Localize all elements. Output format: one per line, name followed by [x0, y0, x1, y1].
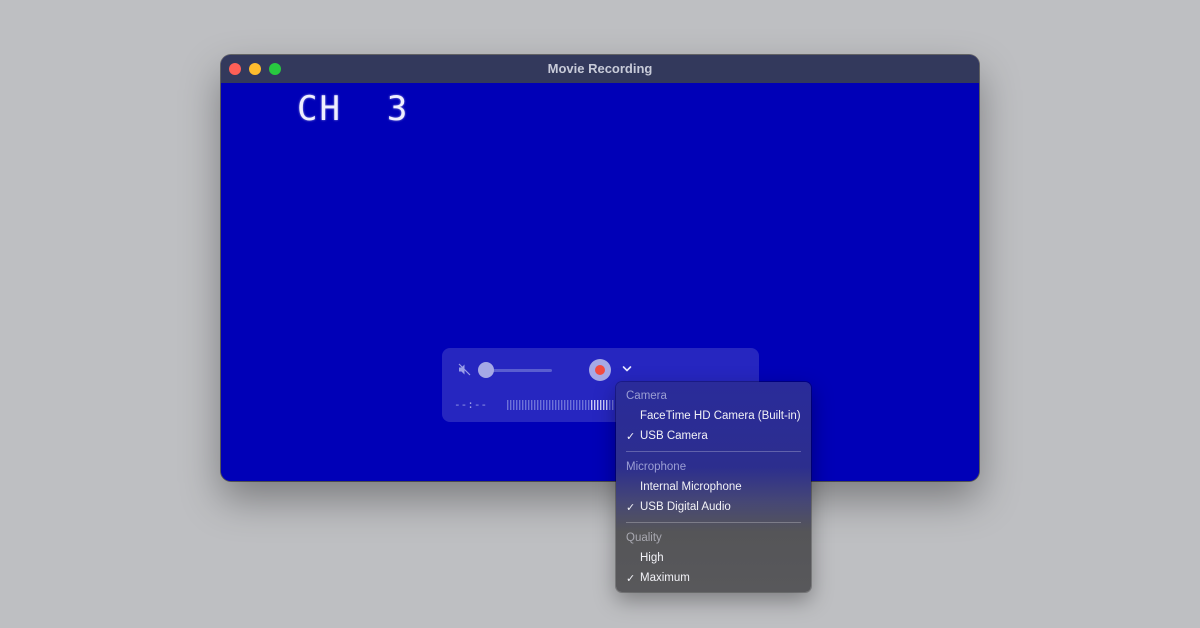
menu-item-quality-high[interactable]: High [640, 552, 664, 564]
channel-osd-text: CH 3 [297, 89, 410, 129]
meter-tick [573, 400, 575, 410]
menu-item-quality-maximum[interactable]: Maximum [640, 572, 690, 584]
meter-tick [546, 400, 548, 410]
meter-tick [606, 400, 608, 410]
meter-tick [600, 400, 602, 410]
menu-item-internal-microphone[interactable]: Internal Microphone [640, 481, 742, 493]
meter-tick [510, 400, 512, 410]
meter-tick [528, 400, 530, 410]
meter-tick [513, 400, 515, 410]
menu-separator [626, 522, 801, 523]
record-button[interactable] [589, 359, 611, 381]
options-menu: Camera FaceTime HD Camera (Built-in) ✓ U… [616, 382, 811, 592]
meter-tick [555, 400, 557, 410]
meter-tick [591, 400, 593, 410]
checkmark-icon: ✓ [626, 573, 636, 585]
meter-tick [522, 400, 524, 410]
volume-slider-knob[interactable] [478, 362, 494, 378]
recording-timecode: --:-- [454, 398, 488, 411]
speaker-muted-icon[interactable] [458, 363, 471, 376]
meter-tick [534, 400, 536, 410]
meter-tick [519, 400, 521, 410]
title-bar[interactable]: Movie Recording [221, 55, 979, 84]
chevron-down-icon[interactable] [622, 365, 632, 373]
meter-tick [609, 400, 611, 410]
meter-tick [561, 400, 563, 410]
menu-header-quality: Quality [626, 532, 662, 544]
meter-tick [558, 400, 560, 410]
meter-tick [525, 400, 527, 410]
meter-tick [594, 400, 596, 410]
meter-tick [552, 400, 554, 410]
meter-tick [531, 400, 533, 410]
meter-tick [516, 400, 518, 410]
meter-tick [603, 400, 605, 410]
meter-tick [588, 400, 590, 410]
menu-header-camera: Camera [626, 390, 667, 402]
window-title: Movie Recording [547, 61, 653, 76]
meter-tick [576, 400, 578, 410]
meter-tick [582, 400, 584, 410]
meter-tick [597, 400, 599, 410]
meter-tick [537, 400, 539, 410]
checkmark-icon: ✓ [626, 431, 636, 443]
meter-tick [567, 400, 569, 410]
meter-tick [564, 400, 566, 410]
meter-tick [585, 400, 587, 410]
meter-tick [579, 400, 581, 410]
meter-tick [543, 400, 545, 410]
meter-tick [612, 400, 614, 410]
record-dot-icon [595, 365, 605, 375]
menu-item-usb-digital-audio[interactable]: USB Digital Audio [640, 501, 731, 513]
menu-separator [626, 451, 801, 452]
audio-level-meter [507, 400, 614, 410]
meter-tick [570, 400, 572, 410]
checkmark-icon: ✓ [626, 502, 636, 514]
menu-item-facetime-camera[interactable]: FaceTime HD Camera (Built-in) [640, 410, 801, 422]
meter-tick [507, 400, 509, 410]
meter-tick [549, 400, 551, 410]
meter-tick [540, 400, 542, 410]
menu-header-microphone: Microphone [626, 461, 687, 473]
menu-item-usb-camera[interactable]: USB Camera [640, 430, 708, 442]
